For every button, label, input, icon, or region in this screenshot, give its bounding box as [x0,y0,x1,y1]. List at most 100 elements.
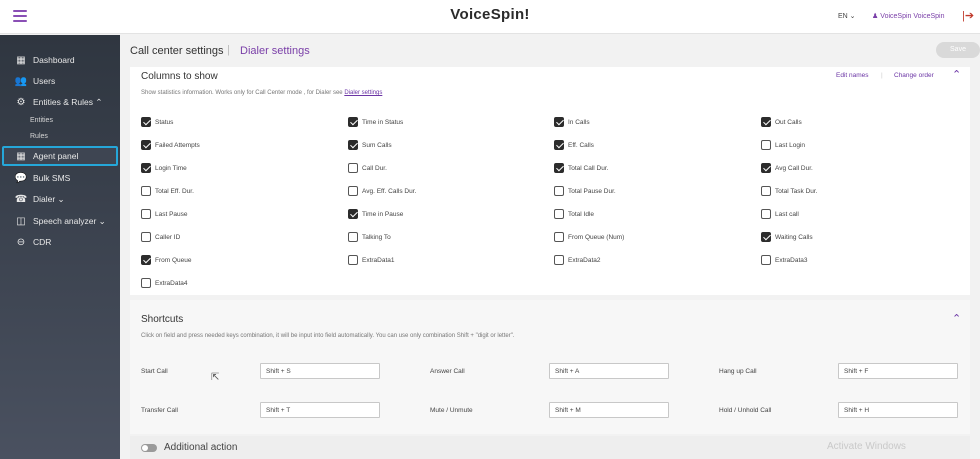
collapse-columns-icon[interactable]: ⌃ [952,68,961,81]
checkbox-unchecked-icon[interactable] [761,255,771,265]
checkbox-checked-icon[interactable] [141,117,151,127]
sidebar-item-agent-panel[interactable]: ▦ Agent panel [2,146,118,166]
checkbox-unchecked-icon[interactable] [761,209,771,219]
column-checkbox-talking-to[interactable]: Talking To [348,232,391,242]
shortcut-label: Answer Call [430,368,465,375]
sidebar-item-entities-rules[interactable]: ⚙ Entities & Rules ⌃ [0,92,120,112]
shortcut-input-transfer-call[interactable] [260,402,380,418]
sidebar-item-speech-analyzer[interactable]: ◫ Speech analyzer ⌄ [0,211,120,231]
sidebar-subitem-rules[interactable]: Rules [30,133,48,140]
checkbox-unchecked-icon[interactable] [554,255,564,265]
checkbox-checked-icon[interactable] [554,140,564,150]
checkbox-unchecked-icon[interactable] [348,232,358,242]
checkbox-unchecked-icon[interactable] [554,209,564,219]
checkbox-unchecked-icon[interactable] [348,186,358,196]
column-checkbox-avg-call-dur[interactable]: Avg Call Dur. [761,163,813,173]
column-checkbox-in-calls[interactable]: In Calls [554,117,590,127]
column-checkbox-extradata2[interactable]: ExtraData2 [554,255,601,265]
sidebar-subitem-entities[interactable]: Entities [30,117,53,124]
checkbox-checked-icon[interactable] [761,163,771,173]
checkbox-unchecked-icon[interactable] [554,232,564,242]
column-checkbox-from-queue[interactable]: From Queue [141,255,192,265]
column-checkbox-total-idle[interactable]: Total Idle [554,209,594,219]
links-separator: | [881,72,883,79]
checkbox-label: Total Call Dur. [568,164,609,172]
checkbox-unchecked-icon[interactable] [141,278,151,288]
column-checkbox-extradata3[interactable]: ExtraData3 [761,255,808,265]
column-checkbox-time-in-status[interactable]: Time in Status [348,117,403,127]
user-menu[interactable]: ♟ VoiceSpin VoiceSpin [872,12,945,20]
column-checkbox-total-call-dur[interactable]: Total Call Dur. [554,163,608,173]
additional-action-toggle[interactable] [141,444,157,452]
columns-description-text: Show statistics information. Works only … [141,90,343,96]
column-checkbox-total-pause-dur[interactable]: Total Pause Dur. [554,186,616,196]
column-checkbox-caller-id[interactable]: Caller ID [141,232,180,242]
column-checkbox-extradata4[interactable]: ExtraData4 [141,278,188,288]
checkbox-checked-icon[interactable] [141,255,151,265]
checkbox-unchecked-icon[interactable] [761,186,771,196]
column-checkbox-out-calls[interactable]: Out Calls [761,117,802,127]
checkbox-unchecked-icon[interactable] [348,255,358,265]
checkbox-label: Last Login [775,141,805,149]
column-checkbox-status[interactable]: Status [141,117,173,127]
cdr-icon: ⊖ [16,236,26,248]
title-separator: | [227,44,230,56]
column-checkbox-total-eff-dur[interactable]: Total Eff. Dur. [141,186,194,196]
checkbox-checked-icon[interactable] [141,163,151,173]
sidebar-item-cdr[interactable]: ⊖ CDR [0,232,120,252]
dialer-settings-inline-link[interactable]: Dialer settings [344,90,382,96]
checkbox-checked-icon[interactable] [348,209,358,219]
checkbox-unchecked-icon[interactable] [554,186,564,196]
checkbox-label: Call Dur. [362,164,387,172]
dialer-settings-link[interactable]: Dialer settings [240,45,310,57]
sidebar-item-dashboard[interactable]: ▦ Dashboard [0,50,120,70]
checkbox-checked-icon[interactable] [348,117,358,127]
column-checkbox-last-login[interactable]: Last Login [761,140,805,150]
shortcut-label: Transfer Call [141,407,178,414]
checkbox-label: Login Time [155,164,187,172]
column-checkbox-extradata1[interactable]: ExtraData1 [348,255,395,265]
change-order-link[interactable]: Change order [894,72,934,79]
checkbox-checked-icon[interactable] [554,117,564,127]
sidebar-item-dialer[interactable]: ☎ Dialer ⌄ [0,189,120,209]
column-checkbox-sum-calls[interactable]: Sum Calls [348,140,392,150]
save-button[interactable]: Save [936,42,980,58]
sidebar-item-bulk-sms[interactable]: 💬 Bulk SMS [0,168,120,188]
sidebar-item-users[interactable]: 👥 Users [0,71,120,91]
checkbox-checked-icon[interactable] [761,117,771,127]
column-checkbox-time-in-pause[interactable]: Time in Pause [348,209,403,219]
shortcut-input-hang-up-call[interactable] [838,363,958,379]
column-checkbox-total-task-dur[interactable]: Total Task Dur. [761,186,818,196]
checkbox-unchecked-icon[interactable] [348,163,358,173]
checkbox-checked-icon[interactable] [348,140,358,150]
column-checkbox-call-dur[interactable]: Call Dur. [348,163,387,173]
edit-names-link[interactable]: Edit names [836,72,869,79]
checkbox-label: Sum Calls [362,141,392,149]
column-checkbox-avg-eff-calls-dur[interactable]: Avg. Eff. Calls Dur. [348,186,416,196]
checkbox-unchecked-icon[interactable] [141,209,151,219]
shortcut-input-start-call[interactable] [260,363,380,379]
checkbox-unchecked-icon[interactable] [761,140,771,150]
checkbox-checked-icon[interactable] [554,163,564,173]
column-checkbox-last-pause[interactable]: Last Pause [141,209,188,219]
sidebar-item-label: Users [33,76,56,86]
column-checkbox-last-call[interactable]: Last call [761,209,799,219]
checkbox-unchecked-icon[interactable] [141,232,151,242]
column-checkbox-login-time[interactable]: Login Time [141,163,187,173]
checkbox-unchecked-icon[interactable] [141,186,151,196]
column-checkbox-from-queue-num[interactable]: From Queue (Num) [554,232,624,242]
column-checkbox-failed-attempts[interactable]: Failed Attempts [141,140,200,150]
shortcut-input-answer-call[interactable] [549,363,669,379]
collapse-shortcuts-icon[interactable]: ⌃ [952,312,961,325]
column-checkbox-waiting-calls[interactable]: Waiting Calls [761,232,813,242]
column-checkbox-eff-calls[interactable]: Eff. Calls [554,140,594,150]
checkbox-checked-icon[interactable] [761,232,771,242]
shortcut-input-hold-unhold[interactable] [838,402,958,418]
language-selector[interactable]: EN ⌄ [838,12,856,20]
checkbox-checked-icon[interactable] [141,140,151,150]
checkbox-label: Time in Status [362,118,404,126]
sidebar-item-label: CDR [33,237,52,247]
logout-icon[interactable]: |➔ [962,9,974,22]
speech-analyzer-icon: ◫ [16,215,26,227]
shortcut-input-mute-unmute[interactable] [549,402,669,418]
